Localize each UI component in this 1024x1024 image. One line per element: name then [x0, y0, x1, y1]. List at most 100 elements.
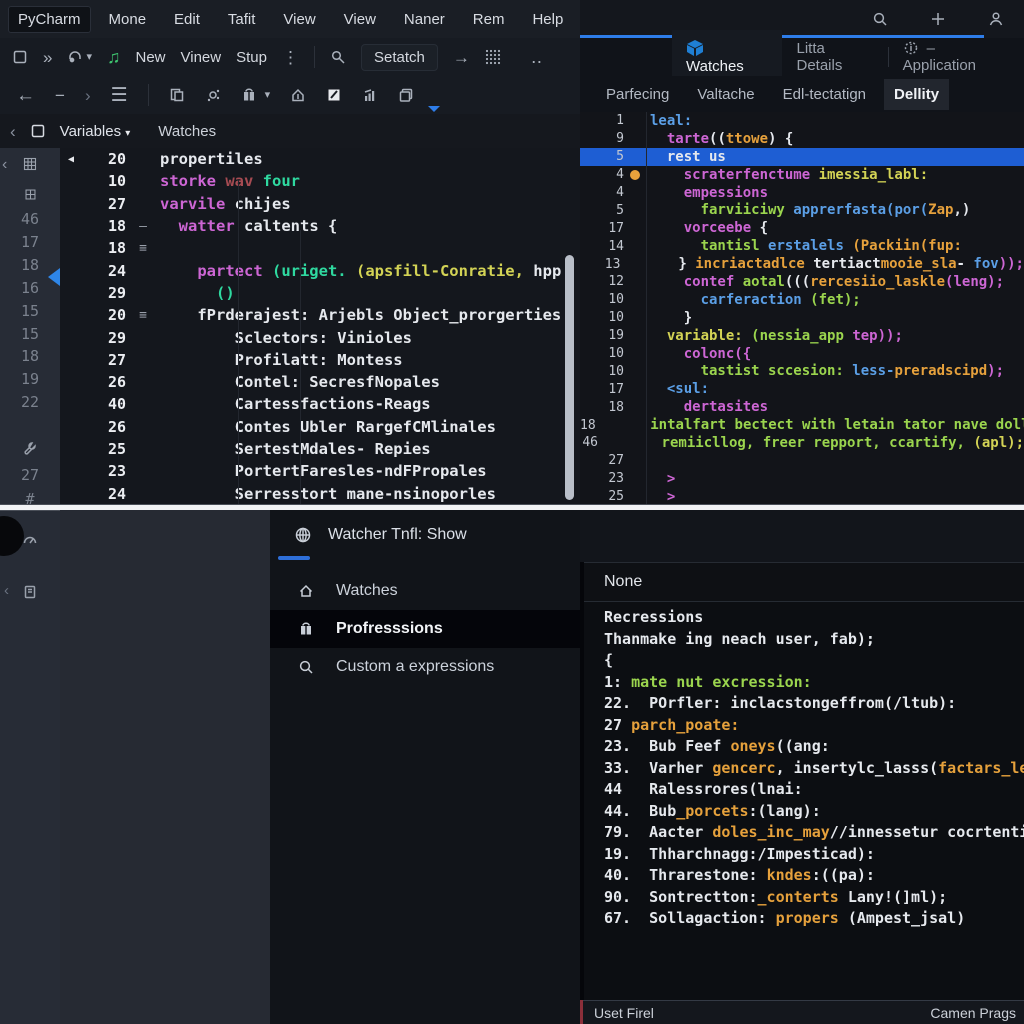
settings-icon[interactable]	[205, 87, 221, 103]
subtab-valtache[interactable]: Valtache	[687, 79, 764, 110]
line-number[interactable]: 10	[82, 172, 126, 190]
subtab-dellity[interactable]: Dellity	[884, 79, 949, 110]
subtab-edl-tectatign[interactable]: Edl-tectatign	[773, 79, 876, 110]
code-line[interactable]: ◀20propertiles	[60, 148, 580, 170]
edit-icon[interactable]	[326, 87, 342, 103]
expression-line[interactable]: Thanmake ing neach user, fab);	[604, 630, 1024, 652]
wrench-icon[interactable]	[0, 440, 60, 456]
expression-line[interactable]: Recressions	[604, 608, 1024, 630]
watcher-list-item-watches[interactable]: Watches	[270, 572, 580, 610]
code-line[interactable]: 24 partect (uriget. (apsfill-Conratie, h…	[60, 259, 580, 281]
double-chevron-icon[interactable]: »	[43, 49, 52, 66]
line-number[interactable]: 40	[82, 395, 126, 413]
line-number[interactable]: 10	[580, 364, 624, 379]
line-number[interactable]: 12	[580, 274, 624, 289]
menu-item-rem[interactable]: Rem	[463, 6, 515, 33]
ellipsis-icon[interactable]: ‥	[531, 49, 542, 66]
search-input[interactable]: Setatch	[361, 44, 438, 71]
line-number[interactable]: 26	[82, 418, 126, 436]
line-number[interactable]: 18	[580, 400, 624, 415]
code-line[interactable]: 23 PortertFaresles-ndFPropales	[60, 460, 580, 482]
expression-line[interactable]: 22. POrfler: inclacstongeffrom(/ltub):	[604, 694, 1024, 716]
window-icon[interactable]	[12, 49, 28, 65]
line-number[interactable]: 19	[580, 328, 624, 343]
expression-line[interactable]: 23. Bub Feef oneys((ang:	[604, 737, 1024, 759]
line-number[interactable]: 5	[580, 203, 624, 218]
line-number[interactable]: 14	[580, 239, 624, 254]
expression-line[interactable]: 67. Sollagaction: propers (Ampest_jsal)	[604, 909, 1024, 931]
code-line[interactable]: 40 Cartessfactions-Reags	[60, 393, 580, 415]
line-number[interactable]: 27	[82, 195, 126, 213]
line-number[interactable]: 1	[580, 113, 624, 128]
music-note-icon[interactable]: ♫	[107, 48, 121, 66]
line-number[interactable]: 4	[580, 185, 624, 200]
gridsm-icon[interactable]	[0, 188, 60, 201]
fold-icon[interactable]: ≡	[126, 241, 160, 256]
variables-editor[interactable]: ◀20propertiles10storke wav four27varvile…	[60, 148, 580, 506]
notebook-icon[interactable]	[0, 584, 60, 600]
user-icon[interactable]	[988, 11, 1004, 27]
expression-line[interactable]: {	[604, 651, 1024, 673]
watches-tab[interactable]: Watches	[158, 123, 216, 140]
menu-item-help[interactable]: Help	[522, 6, 573, 33]
line-number[interactable]: 17	[580, 382, 624, 397]
search-icon[interactable]	[872, 11, 888, 27]
chevron-left-icon[interactable]: ‹	[10, 123, 16, 140]
fold-arrow-icon[interactable]: ◀	[60, 154, 82, 165]
line-number[interactable]: 18	[580, 418, 596, 433]
menu-item-view[interactable]: View	[273, 6, 325, 33]
menu-item-view[interactable]: View	[334, 6, 386, 33]
expression-line[interactable]: 27 parch_poate:	[604, 716, 1024, 738]
line-number[interactable]: 5	[580, 149, 624, 164]
line-number[interactable]: 26	[82, 373, 126, 391]
line-number[interactable]: 25	[580, 489, 624, 504]
watcher-list-item-profresssions[interactable]: Profresssions	[270, 610, 580, 648]
variables-tab[interactable]: Variables ▾	[60, 123, 131, 140]
hamburger-icon[interactable]: ☰	[111, 86, 128, 105]
menu-item-edit[interactable]: Edit	[164, 6, 210, 33]
expression-line[interactable]: 44. Bub_porcets:(lang):	[604, 802, 1024, 824]
pages-icon[interactable]	[398, 87, 414, 103]
line-number[interactable]: 17	[580, 221, 624, 236]
grid-icon[interactable]	[0, 156, 60, 172]
code-line[interactable]: 20≡ fPrderajest: Arjebls Object_prorgert…	[60, 304, 580, 326]
code-line[interactable]: 18≡	[60, 237, 580, 259]
code-line[interactable]: 18– watter caltents {	[60, 215, 580, 237]
line-number[interactable]: 20	[82, 306, 126, 324]
home-upload-icon[interactable]	[290, 87, 306, 103]
expression-line[interactable]: 79. Aacter doles_inc_may//innessetur coc…	[604, 823, 1024, 845]
line-number[interactable]: 24	[82, 262, 126, 280]
copy-icon[interactable]	[169, 87, 185, 103]
line-number[interactable]: 18	[82, 217, 126, 235]
headset-icon[interactable]	[67, 49, 83, 65]
search-wand-icon[interactable]	[330, 49, 346, 65]
expression-line[interactable]: 19. Thharchnagg:/Impesticad):	[604, 845, 1024, 867]
line-number[interactable]: 29	[82, 284, 126, 302]
window-icon[interactable]	[30, 123, 46, 139]
line-number[interactable]: 20	[82, 150, 126, 168]
expression-line[interactable]: 40. Thrarestone: kndes:((pa):	[604, 866, 1024, 888]
code-line[interactable]: 27varvile chijes	[60, 193, 580, 215]
expression-line[interactable]: 33. Varher gencerc, insertylc_lasss(fact…	[604, 759, 1024, 781]
expressions-list[interactable]: RecressionsThanmake ing neach user, fab)…	[584, 602, 1024, 931]
menu-item-tafit[interactable]: Tafit	[218, 6, 266, 33]
code-line[interactable]: 24 Serresstort mane-nsinoporles	[60, 482, 580, 504]
forward-arrow-icon[interactable]: →	[453, 49, 470, 66]
line-number[interactable]: 23	[82, 462, 126, 480]
menu-item-pycharm[interactable]: PyCharm	[8, 6, 91, 33]
expression-line[interactable]: 90. Sontrectton:_conterts Lany!(]ml);	[604, 888, 1024, 910]
toolbar-stup-button[interactable]: Stup	[236, 49, 267, 66]
code-line[interactable]: 25 SertestMdales- Repies	[60, 438, 580, 460]
line-number[interactable]: 25	[82, 440, 126, 458]
breakpoint-icon[interactable]	[624, 170, 646, 180]
line-number[interactable]: 10	[580, 346, 624, 361]
line-number[interactable]: 10	[580, 292, 624, 307]
line-number[interactable]: 23	[580, 471, 624, 486]
code-line[interactable]: 26 Contel: SecresfNopales	[60, 371, 580, 393]
menu-item-mone[interactable]: Mone	[99, 6, 157, 33]
line-number[interactable]: 4	[580, 167, 624, 182]
expression-line[interactable]: 44 Ralessrores(lnai:	[604, 780, 1024, 802]
gauge-icon[interactable]	[0, 532, 60, 548]
line-number[interactable]: 27	[82, 351, 126, 369]
code-line[interactable]: 29 ()	[60, 282, 580, 304]
